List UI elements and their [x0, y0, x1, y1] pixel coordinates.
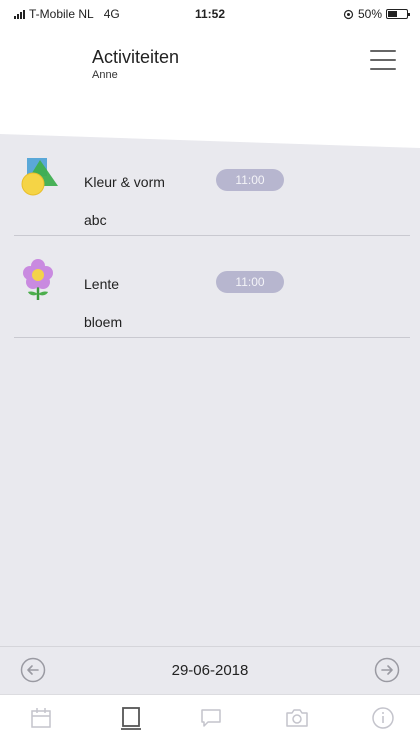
date-bar: 29-06-2018 [0, 646, 420, 694]
status-bar: T-Mobile NL 4G 11:52 50% [0, 0, 420, 26]
battery-percent: 50% [357, 7, 382, 21]
info-icon[interactable] [370, 705, 396, 731]
activity-time-badge: 11:00 [216, 271, 284, 293]
activity-name: Kleur & vorm [84, 174, 165, 190]
shapes-icon [21, 158, 58, 196]
flower-icon [23, 259, 53, 300]
header: Activiteiten Anne [0, 26, 420, 134]
book-icon[interactable] [118, 705, 144, 731]
hamburger-menu-icon[interactable] [370, 50, 396, 70]
activity-list: Kleur & vorm 11:00 abc Lente 11:00 bloem [0, 134, 420, 646]
chat-icon[interactable] [198, 705, 224, 731]
arrow-right-circle-icon[interactable] [374, 657, 400, 683]
activity-name: Lente [84, 276, 120, 292]
calendar-icon[interactable] [28, 705, 54, 731]
status-right: 50% [343, 7, 410, 21]
page-subtitle: Anne [92, 69, 118, 81]
current-date: 29-06-2018 [171, 662, 249, 679]
activity-item-kleur-vorm[interactable]: Kleur & vorm 11:00 abc [0, 134, 420, 236]
page-title: Activiteiten [92, 47, 180, 67]
activity-description: bloem [84, 314, 123, 330]
tab-bar [0, 694, 420, 733]
orientation-lock-icon [343, 9, 354, 19]
divider [14, 337, 410, 338]
battery-icon [386, 9, 410, 19]
activity-description: abc [84, 212, 107, 228]
activity-item-lente[interactable]: Lente 11:00 bloem [0, 236, 420, 338]
activity-time-badge: 11:00 [216, 169, 284, 191]
camera-icon[interactable] [284, 705, 310, 731]
